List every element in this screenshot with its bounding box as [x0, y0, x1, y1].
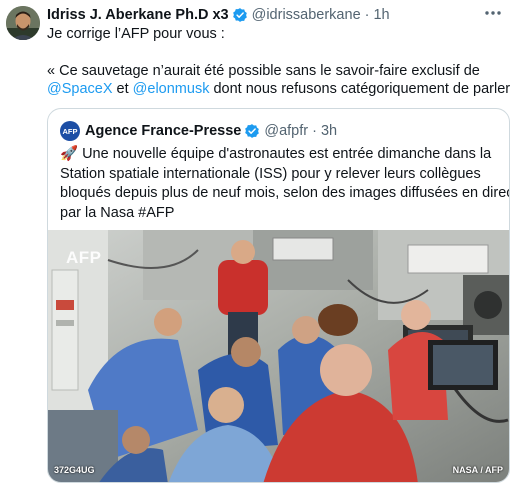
tweet-text-line: Je corrige l’AFP pour vous : [47, 26, 225, 42]
verified-badge-icon [244, 123, 260, 139]
tweet-text-fragment: et [112, 81, 133, 97]
quoted-text-line: par la Nasa #AFP [60, 204, 175, 221]
quoted-timestamp[interactable]: · 3h [312, 123, 337, 139]
tweet-text-line: @SpaceX et @elonmusk dont nous refusons … [47, 80, 514, 99]
tweet-text-fragment: dont nous refusons catégoriquement de pa… [209, 81, 514, 97]
quoted-text-line: 🚀 Une nouvelle équipe d'astronautes est … [60, 146, 492, 162]
quoted-tweet-header: AFP Agence France-Presse @afpfr · 3h [60, 121, 337, 141]
mention-spacex-link[interactable]: @SpaceX [47, 81, 113, 97]
quoted-author-avatar[interactable]: AFP [60, 121, 80, 141]
avatar[interactable] [6, 6, 40, 40]
mention-elonmusk-link[interactable]: @elonmusk [133, 81, 210, 97]
quoted-tweet-photo[interactable]: AFP 372G4UG NASA / AFP [48, 230, 509, 482]
tweet-timestamp[interactable]: · 1h [365, 7, 390, 23]
tweet-header: Idriss J. Aberkane Ph.D x3 @idrissaberka… [47, 6, 390, 24]
quoted-author-handle[interactable]: @afpfr [264, 123, 308, 139]
tweet[interactable]: Idriss J. Aberkane Ph.D x3 @idrissaberka… [0, 0, 514, 487]
verified-badge-icon [232, 7, 248, 23]
quoted-author-name[interactable]: Agence France-Presse [85, 123, 241, 139]
quoted-tweet-text: 🚀 Une nouvelle équipe d'astronautes est … [60, 145, 510, 223]
photo-code-label: 372G4UG [54, 465, 95, 475]
author-name[interactable]: Idriss J. Aberkane Ph.D x3 [47, 7, 229, 23]
quoted-text-line: bloqués depuis plus de neuf mois, selon … [60, 185, 510, 201]
quoted-tweet[interactable]: AFP Agence France-Presse @afpfr · 3h 🚀 U… [47, 108, 510, 483]
photo-credit-label: NASA / AFP [452, 465, 503, 475]
quoted-text-line: Station spatiale internationale (ISS) po… [60, 165, 481, 182]
more-options-icon[interactable] [482, 4, 504, 22]
afp-watermark: AFP [66, 248, 102, 267]
author-handle[interactable]: @idrissaberkane [252, 7, 361, 23]
tweet-text-line: « Ce sauvetage n’aurait été possible san… [47, 63, 480, 79]
